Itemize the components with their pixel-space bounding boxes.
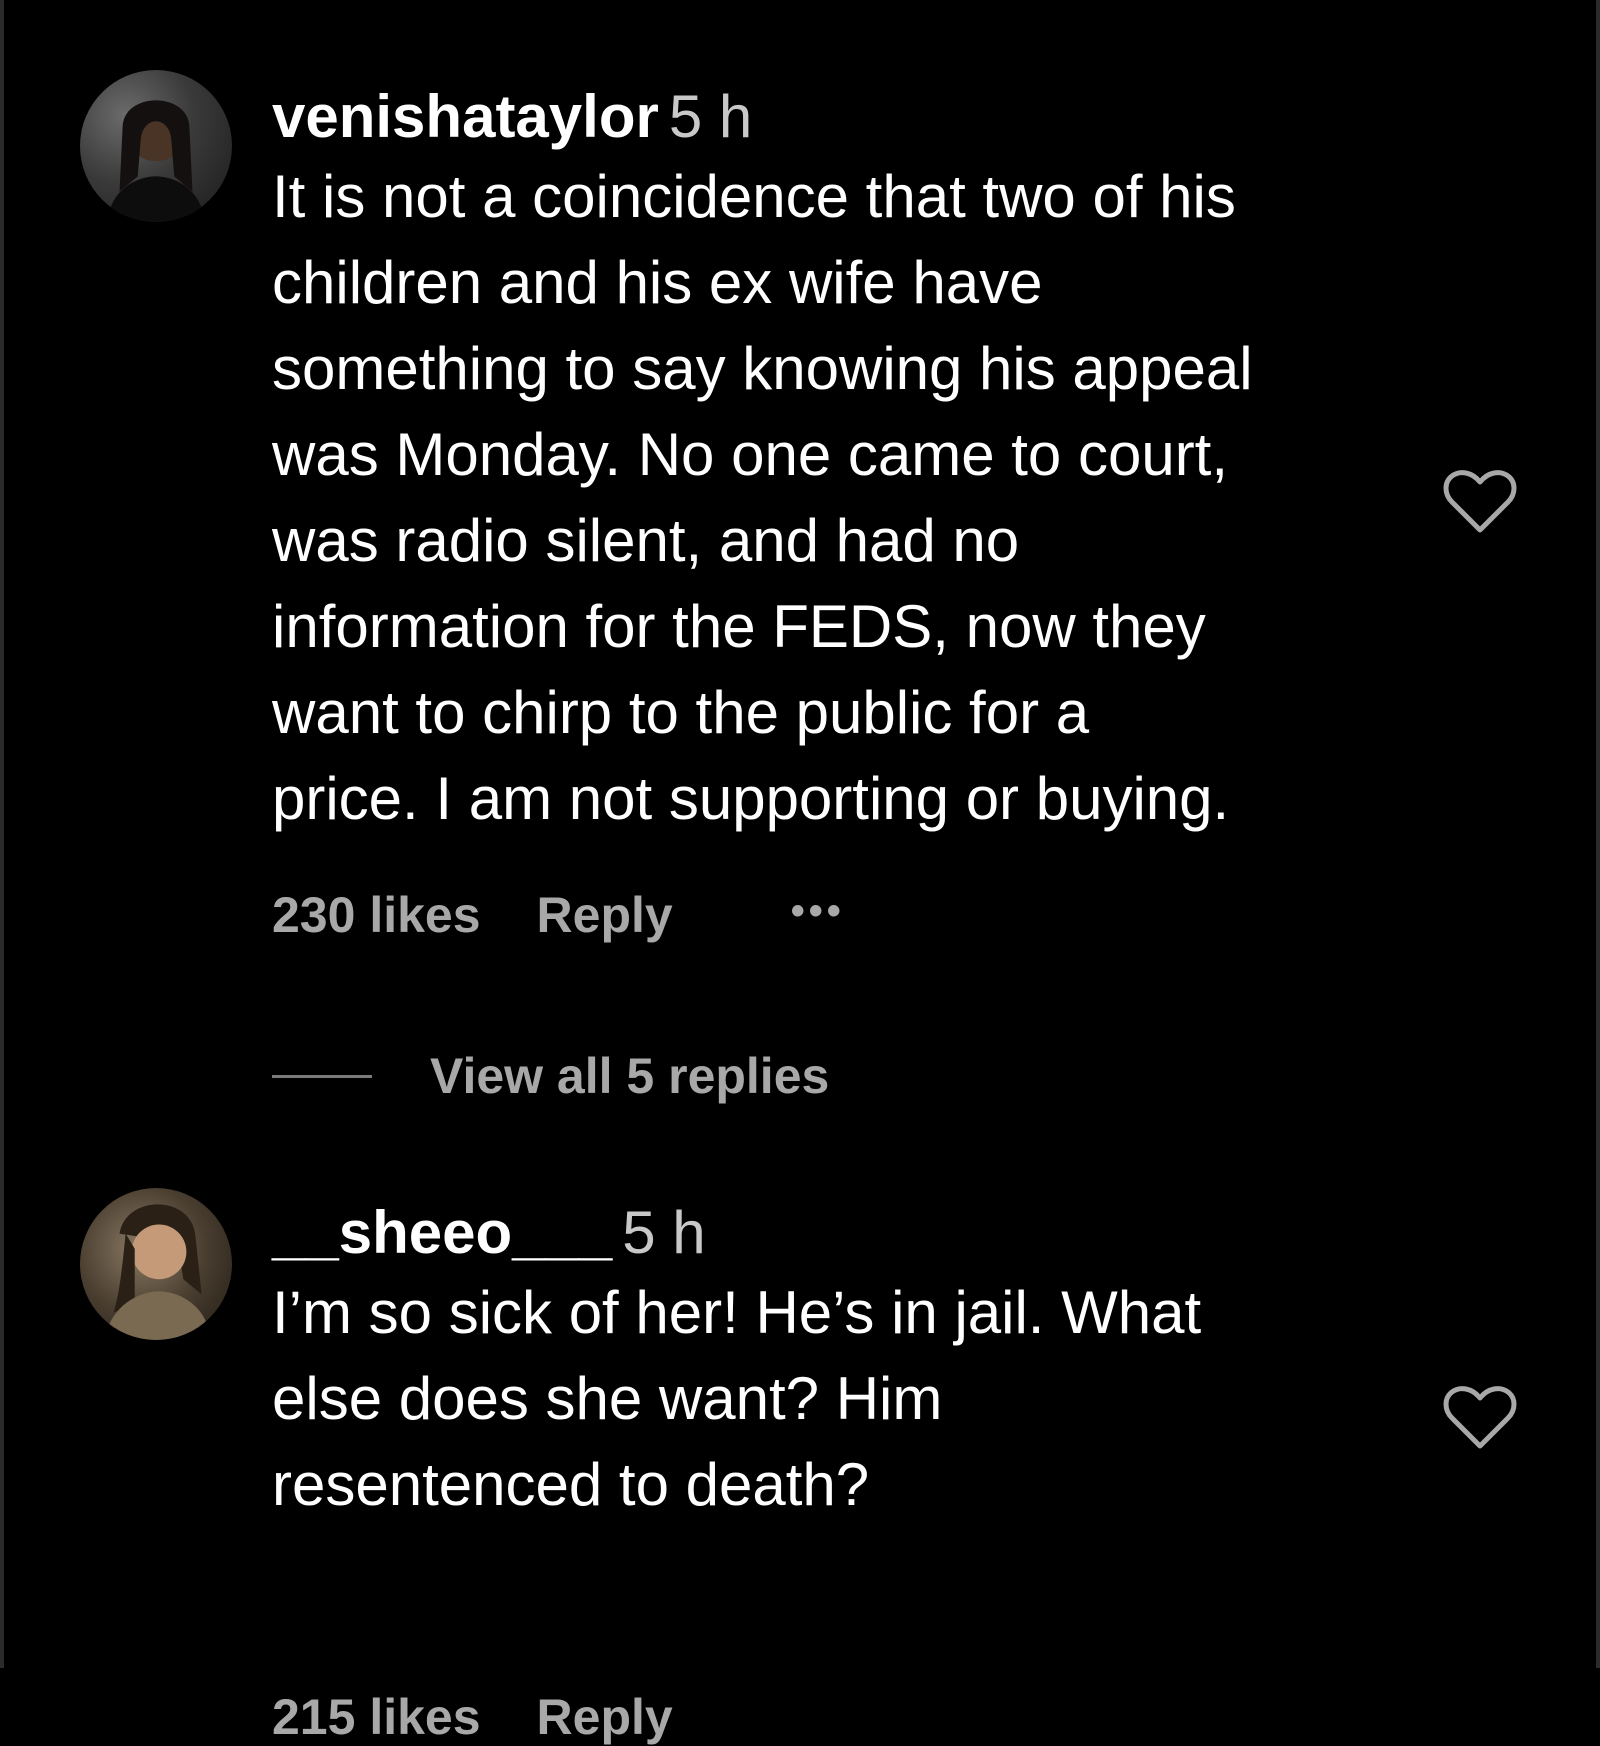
reply-button[interactable]: Reply (537, 1688, 673, 1746)
avatar-photo (107, 100, 205, 222)
comment-text-line: information for the FEDS, now they (272, 593, 1206, 660)
comment-body: venishataylor 5 h It is not a coincidence… (272, 86, 1422, 1104)
more-options-button[interactable]: ••• (791, 889, 845, 934)
comment-text: It is not a coincidence that two of his … (272, 154, 1422, 842)
comment-text-line: was Monday. No one came to court, (272, 421, 1229, 488)
right-edge (1596, 0, 1600, 1668)
timestamp: 5 h (622, 1199, 706, 1266)
avatar[interactable] (80, 1188, 232, 1340)
divider-line (272, 1074, 372, 1078)
username[interactable]: venishataylor (272, 83, 659, 150)
timestamp: 5 h (668, 83, 753, 150)
heart-icon (1443, 1386, 1517, 1449)
avatar-photo (104, 1204, 211, 1340)
comment-header: __sheeo___ 5 h (272, 1202, 1422, 1264)
likes-count[interactable]: 215 likes (272, 1688, 481, 1746)
heart-icon (1443, 470, 1517, 533)
comment-text-line: something to say knowing his appeal (272, 335, 1253, 402)
comment-text-line: price. I am not supporting or buying. (272, 765, 1230, 832)
comment-text: I’m so sick of her! He’s in jail. What e… (272, 1270, 1422, 1528)
likes-count[interactable]: 230 likes (272, 886, 481, 944)
comment-body: __sheeo___ 5 h I’m so sick of her! He’s i… (272, 1202, 1422, 1746)
username[interactable]: __sheeo___ (272, 1199, 612, 1266)
comment-text-line: I’m so sick of her! He’s in jail. What (272, 1279, 1202, 1346)
comment-header: venishataylor 5 h (272, 86, 1422, 148)
comment-text-line: else does she want? Him (272, 1365, 943, 1432)
like-button[interactable] (1442, 1384, 1518, 1452)
comment-actions: 215 likes Reply (272, 1688, 673, 1746)
comment-text-line: It is not a coincidence that two of his (272, 163, 1236, 230)
reply-button[interactable]: Reply (537, 886, 673, 944)
avatar[interactable] (80, 70, 232, 222)
comment-text-line: resentenced to death? (272, 1451, 870, 1518)
view-replies-button[interactable]: View all 5 replies (272, 1046, 829, 1106)
like-button[interactable] (1442, 468, 1518, 536)
comment-text-line: was radio silent, and had no (272, 507, 1020, 574)
comment-text-line: children and his ex wife have (272, 249, 1043, 316)
comment-actions: 230 likes Reply ••• (272, 886, 845, 944)
left-edge (0, 0, 4, 1668)
view-replies-label: View all 5 replies (430, 1048, 830, 1104)
comment-text-line: want to chirp to the public for a (272, 679, 1090, 746)
